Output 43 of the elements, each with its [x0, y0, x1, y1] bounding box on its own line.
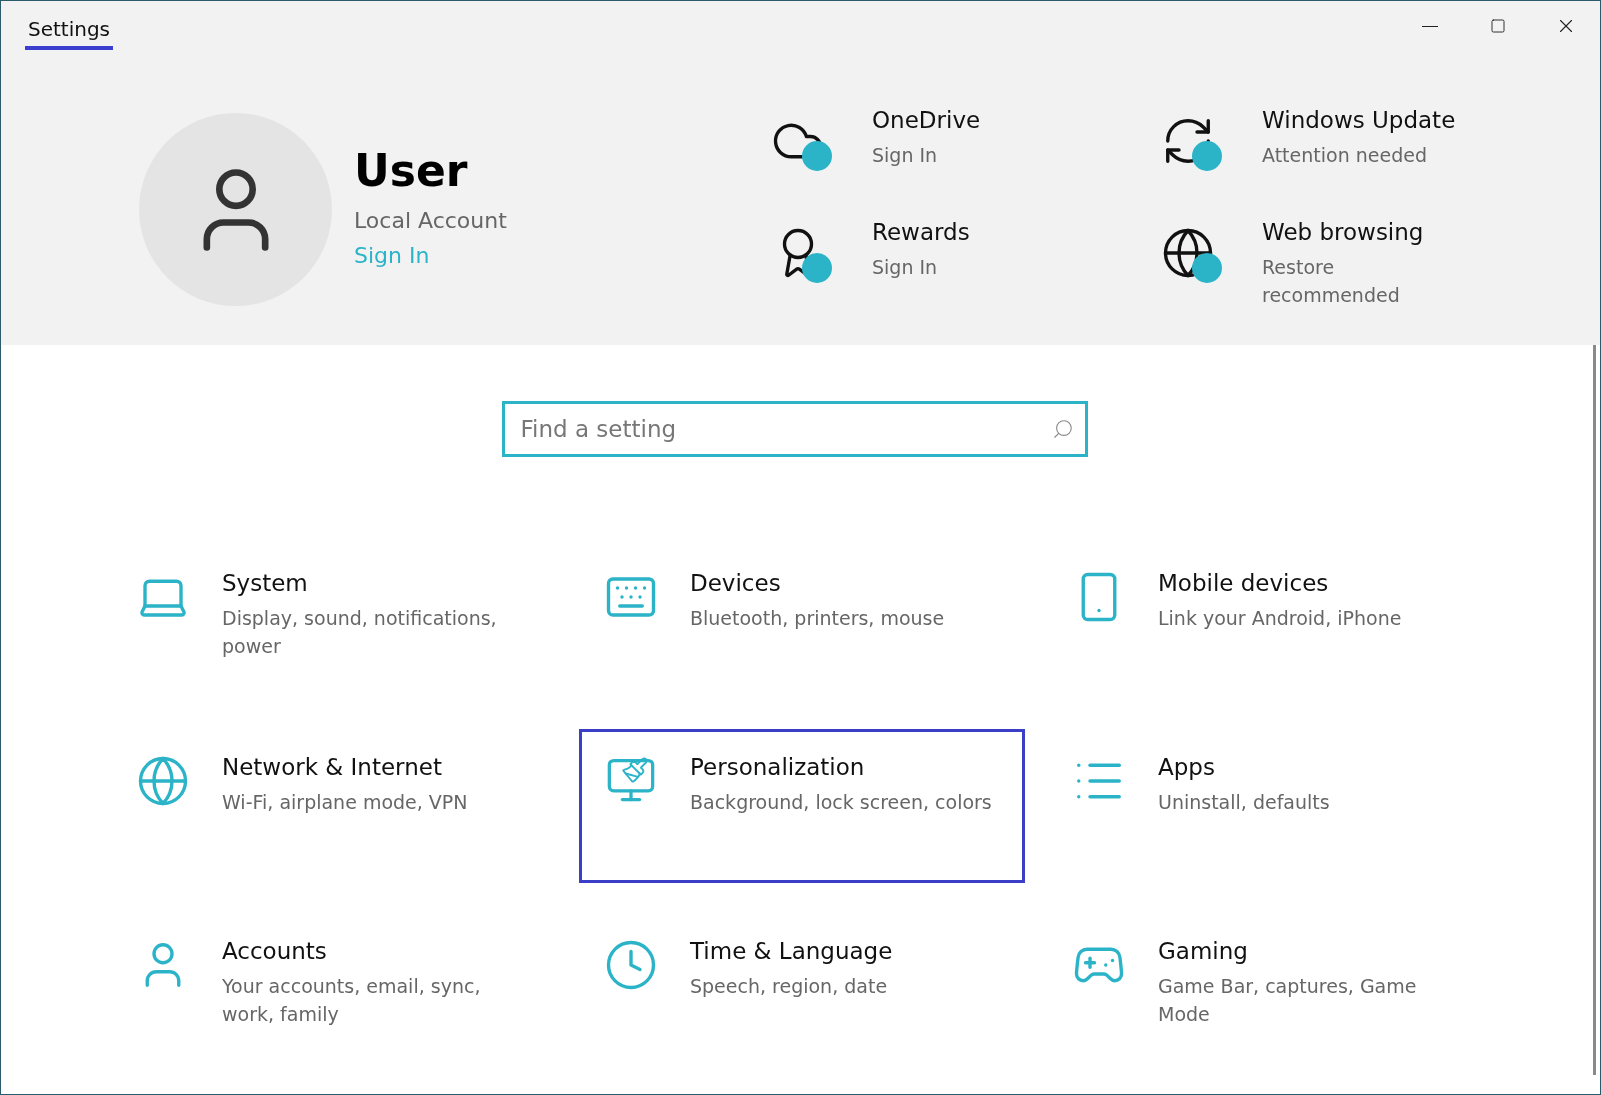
- category-title: Personalization: [690, 754, 866, 780]
- user-name: User: [354, 145, 469, 196]
- category-description: Wi-Fi, airplane mode, VPN: [222, 790, 469, 815]
- category-description: Link your Android, iPhone: [1158, 606, 1403, 631]
- category-tile[interactable]: Mobile devices Link your Android, iPhone: [1047, 545, 1513, 699]
- service-status: Sign In: [872, 143, 939, 168]
- category-description: Bluetooth, printers, mouse: [690, 606, 946, 631]
- category-description: Display, sound, notifications, power: [222, 606, 498, 659]
- service-status: Restore recommended: [1262, 255, 1401, 308]
- category-description: Uninstall, defaults: [1158, 790, 1331, 815]
- category-tile[interactable]: Personalization Background, lock screen, colors: [579, 729, 1025, 883]
- category-tile[interactable]: Accounts Your accounts, email, sync, work, family: [111, 913, 577, 1067]
- category-title: Accounts: [222, 938, 328, 964]
- category-tile[interactable]: Gaming Game Bar, captures, Game Mode: [1047, 913, 1513, 1067]
- category-title: Gaming: [1158, 938, 1249, 964]
- category-tile[interactable]: Devices Bluetooth, printers, mouse: [579, 545, 1045, 699]
- minimize-icon: [1422, 25, 1438, 27]
- category-tile[interactable]: Apps Uninstall, defaults: [1047, 729, 1513, 883]
- scrollbar-thumb[interactable]: [1592, 345, 1596, 1075]
- category-title: System: [222, 570, 309, 596]
- category-title: Time & Language: [690, 938, 894, 964]
- search-field[interactable]: Find a setting: [501, 401, 1088, 457]
- category-description: Background, lock screen, colors: [690, 790, 993, 815]
- category-tile[interactable]: Network & Internet Wi-Fi, airplane mode, VPN: [111, 729, 577, 883]
- category-title: Network & Internet: [222, 754, 443, 780]
- category-tile[interactable]: Time & Language Speech, region, date: [579, 913, 1045, 1067]
- service-status: Attention needed: [1262, 143, 1428, 168]
- account-type: Local Account: [354, 208, 508, 233]
- service-title[interactable]: Web browsing: [1262, 219, 1502, 245]
- category-description: Game Bar, captures, Game Mode: [1158, 974, 1418, 1027]
- service-title[interactable]: Windows Update: [1262, 107, 1502, 133]
- service-title[interactable]: Rewards: [872, 219, 1112, 245]
- service-title[interactable]: OneDrive: [872, 107, 1112, 133]
- category-description: Your accounts, email, sync, work, family: [222, 974, 482, 1027]
- category-title: Apps: [1158, 754, 1216, 780]
- service-status: Sign In: [872, 255, 939, 280]
- maximize-icon: [1490, 18, 1506, 34]
- category-description: Speech, region, date: [690, 974, 889, 999]
- category-tile[interactable]: System Display, sound, notifications, power: [111, 545, 577, 699]
- category-title: Devices: [690, 570, 782, 596]
- category-title: Mobile devices: [1158, 570, 1330, 596]
- search-icon: [1051, 418, 1074, 440]
- window-title: Settings: [25, 17, 114, 50]
